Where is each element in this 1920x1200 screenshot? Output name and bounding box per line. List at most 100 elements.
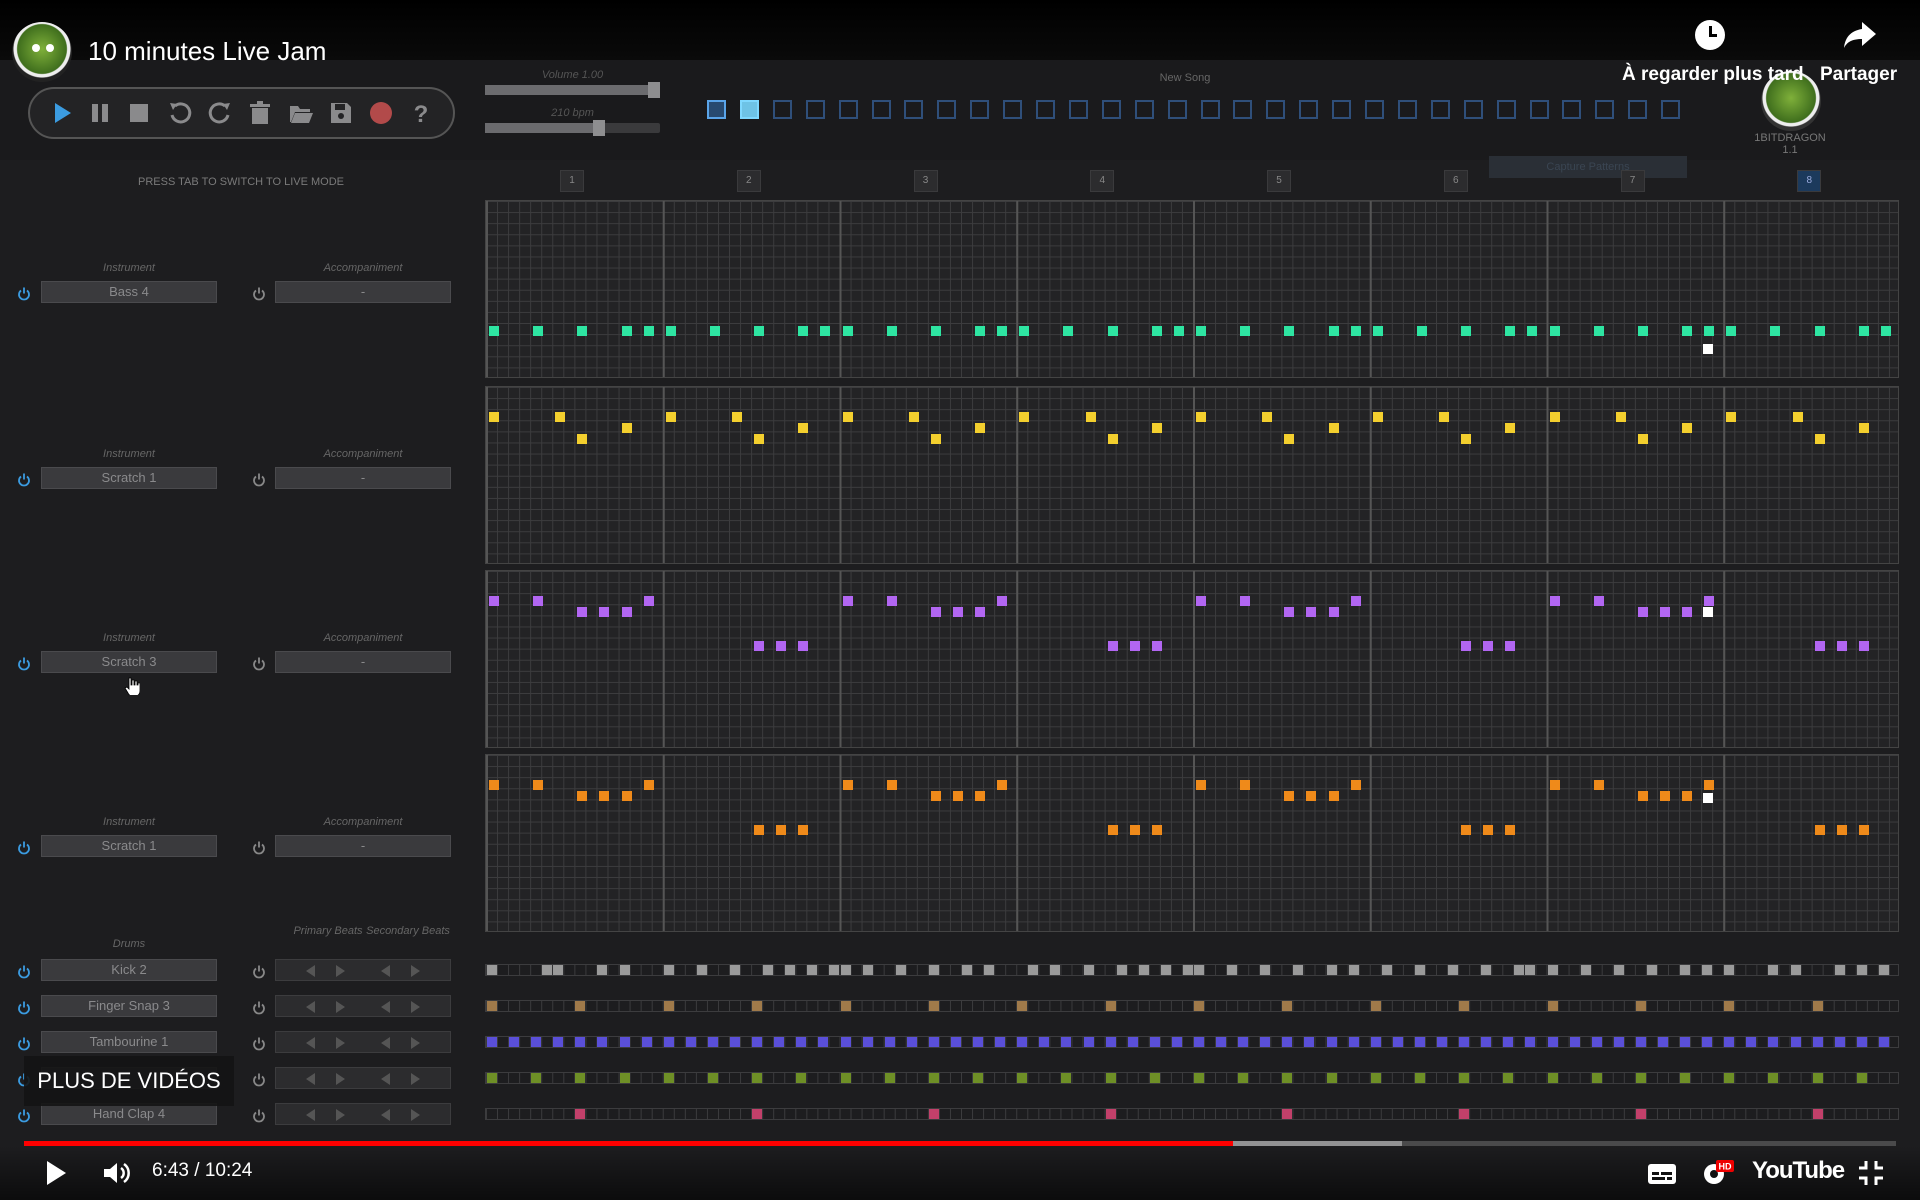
drum-step[interactable] [1812, 1073, 1823, 1083]
drum-step[interactable] [619, 965, 630, 975]
power-icon[interactable] [17, 965, 31, 979]
volume-slider-knob[interactable] [648, 82, 660, 98]
note-cell[interactable] [1549, 412, 1560, 423]
drum-step[interactable] [1238, 1073, 1249, 1083]
note-cell[interactable] [952, 607, 963, 618]
note-cell[interactable] [1593, 780, 1604, 791]
drum-select[interactable]: Hand Clap 4 [41, 1103, 217, 1125]
note-cell[interactable] [975, 326, 986, 337]
drum-step[interactable] [1414, 1037, 1425, 1047]
note-cell[interactable] [1284, 434, 1295, 445]
note-cell[interactable] [577, 607, 588, 618]
drum-step[interactable] [884, 1037, 895, 1047]
drum-step[interactable] [840, 1037, 851, 1047]
note-cell[interactable] [975, 791, 986, 802]
drum-step[interactable] [1481, 1037, 1492, 1047]
note-cell[interactable] [975, 607, 986, 618]
instrument-select[interactable]: Scratch 3 [41, 651, 217, 673]
note-cell[interactable] [1328, 791, 1339, 802]
drum-step[interactable] [796, 1037, 807, 1047]
note-cell[interactable] [1880, 326, 1891, 337]
note-cell[interactable] [1549, 780, 1560, 791]
volume-slider[interactable] [485, 82, 660, 98]
pattern-slot[interactable] [1200, 100, 1220, 119]
note-cell[interactable] [1019, 326, 1030, 337]
drum-step[interactable] [1028, 965, 1039, 975]
youtube-logo[interactable]: YouTube [1752, 1157, 1845, 1185]
note-cell[interactable] [1284, 326, 1295, 337]
drum-step[interactable] [1282, 1073, 1293, 1083]
note-cell[interactable] [1549, 596, 1560, 607]
instrument-select[interactable]: Bass 4 [41, 281, 217, 303]
watch-later-label[interactable]: À regarder plus tard [1622, 64, 1804, 86]
note-cell[interactable] [886, 596, 897, 607]
song-name[interactable]: New Song [1140, 72, 1230, 84]
drum-step[interactable] [1149, 1073, 1160, 1083]
bar-number-8[interactable]: 8 [1797, 170, 1822, 192]
drum-step[interactable] [531, 1073, 542, 1083]
pattern-slot[interactable] [1463, 100, 1483, 119]
drum-step[interactable] [1194, 965, 1204, 975]
pattern-slot[interactable] [1332, 100, 1352, 119]
arrow-right-icon[interactable] [336, 1037, 345, 1049]
pattern-slot[interactable] [1529, 100, 1549, 119]
note-cell[interactable] [1549, 326, 1560, 337]
arrow-right-icon[interactable] [411, 1037, 420, 1049]
more-videos-button[interactable]: PLUS DE VIDÉOS [24, 1056, 234, 1106]
drum-step[interactable] [1812, 1001, 1823, 1011]
drum-step[interactable] [906, 1037, 917, 1047]
accompaniment-select[interactable]: - [275, 835, 451, 857]
drum-step[interactable] [1878, 965, 1889, 975]
bar-number-5[interactable]: 5 [1267, 170, 1291, 192]
note-cell[interactable] [754, 434, 765, 445]
pattern-slot[interactable] [937, 100, 957, 119]
note-cell[interactable] [1461, 434, 1472, 445]
note-cell[interactable] [489, 412, 499, 423]
note-cell[interactable] [1151, 640, 1162, 651]
note-cell[interactable] [1019, 412, 1030, 423]
note-cell[interactable] [997, 596, 1008, 607]
stop-button[interactable] [125, 99, 153, 127]
play-icon[interactable] [44, 1160, 68, 1191]
drum-step[interactable] [1017, 1001, 1028, 1011]
drum-step[interactable] [1856, 1073, 1867, 1083]
help-button[interactable]: ? [407, 99, 435, 127]
note-cell[interactable] [1129, 640, 1140, 651]
drum-step[interactable] [1127, 1037, 1138, 1047]
note-cell[interactable] [975, 423, 986, 434]
power-icon[interactable] [252, 1109, 266, 1123]
note-cell[interactable] [1107, 434, 1118, 445]
note-cell[interactable] [1461, 326, 1472, 337]
note-cell[interactable] [1284, 607, 1295, 618]
drum-step[interactable] [1459, 1073, 1470, 1083]
note-cell[interactable] [1196, 780, 1206, 791]
note-cell[interactable] [798, 423, 809, 434]
drum-step[interactable] [785, 965, 796, 975]
arrow-left-icon[interactable] [306, 1001, 315, 1013]
drum-step[interactable] [1414, 1073, 1425, 1083]
drum-step[interactable] [1657, 1037, 1668, 1047]
drum-step[interactable] [1724, 1073, 1735, 1083]
drum-step[interactable] [1812, 1109, 1823, 1119]
drum-step[interactable] [1768, 965, 1779, 975]
drum-step[interactable] [884, 1073, 895, 1083]
drum-step[interactable] [962, 965, 973, 975]
capture-patterns-button[interactable]: Capture Patterns [1489, 156, 1687, 178]
drum-step[interactable] [1481, 965, 1492, 975]
note-cell[interactable] [1107, 640, 1118, 651]
note-cell[interactable] [1196, 326, 1206, 337]
drum-step[interactable] [531, 1037, 542, 1047]
note-cell[interactable] [1682, 326, 1693, 337]
note-cell[interactable] [643, 780, 654, 791]
drum-step[interactable] [1282, 1037, 1293, 1047]
drum-step[interactable] [1768, 1073, 1779, 1083]
note-cell[interactable] [599, 607, 610, 618]
note-cell[interactable] [1615, 412, 1626, 423]
note-cell[interactable] [1240, 326, 1251, 337]
drum-step[interactable] [1083, 965, 1094, 975]
drum-step[interactable] [1613, 965, 1624, 975]
drum-step[interactable] [1282, 1001, 1293, 1011]
note-cell[interactable] [1659, 607, 1670, 618]
beat-pattern-selector[interactable] [275, 1031, 451, 1053]
tempo-slider[interactable] [485, 120, 660, 136]
